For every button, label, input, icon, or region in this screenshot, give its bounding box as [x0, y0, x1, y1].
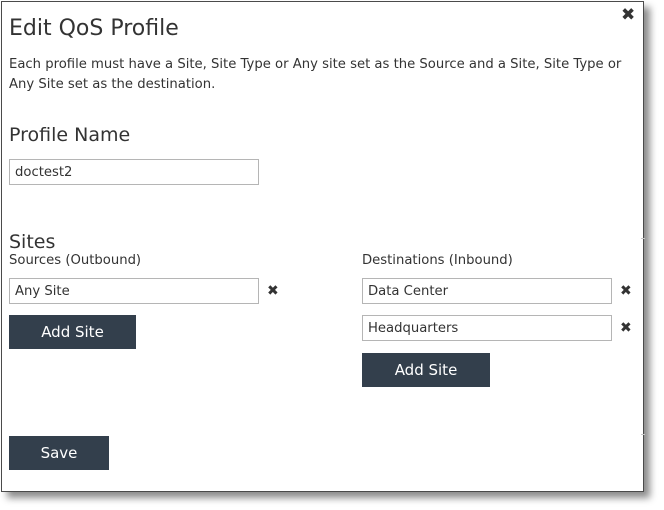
dialog-description: Each profile must have a Site, Site Type… — [9, 57, 622, 92]
add-destination-site-button[interactable]: Add Site — [362, 353, 490, 387]
profile-name-heading: Profile Name — [9, 124, 131, 146]
add-source-site-button[interactable]: Add Site — [9, 315, 136, 349]
sites-heading: Sites — [9, 231, 56, 253]
screenshot-frame: ✖ Edit QoS Profile Each profile must hav… — [0, 0, 664, 510]
background-divider — [641, 238, 645, 239]
dialog-title: Edit QoS Profile — [9, 16, 179, 41]
remove-source-icon[interactable]: ✖ — [267, 283, 279, 299]
sources-label: Sources (Outbound) — [9, 253, 142, 268]
destination-site-input-1[interactable] — [362, 278, 612, 304]
edit-qos-profile-dialog: ✖ Edit QoS Profile Each profile must hav… — [1, 1, 644, 492]
source-site-input[interactable] — [9, 278, 259, 304]
remove-destination-1-icon[interactable]: ✖ — [620, 283, 632, 299]
close-icon[interactable]: ✖ — [621, 4, 635, 26]
background-divider — [641, 434, 645, 435]
destinations-label: Destinations (Inbound) — [362, 253, 513, 268]
save-button[interactable]: Save — [9, 436, 109, 470]
profile-name-input[interactable] — [9, 159, 259, 185]
destination-site-input-2[interactable] — [362, 315, 612, 341]
remove-destination-2-icon[interactable]: ✖ — [620, 320, 632, 336]
